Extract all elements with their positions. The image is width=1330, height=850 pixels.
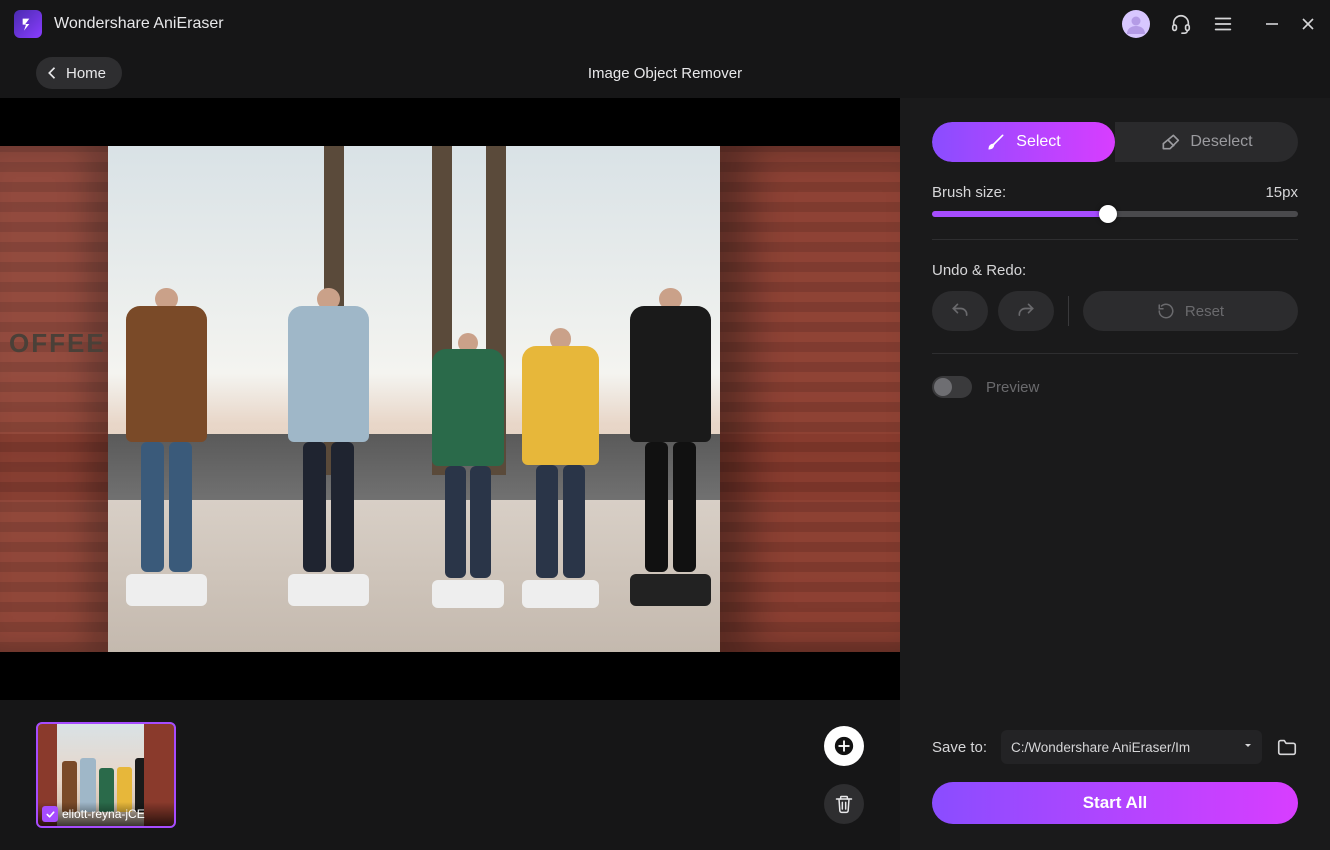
brush-size-value: 15px xyxy=(1265,184,1298,201)
tool-mode-segment: Select Deselect xyxy=(932,122,1298,162)
home-label: Home xyxy=(66,65,106,82)
deselect-mode-label: Deselect xyxy=(1190,133,1252,151)
select-mode-label: Select xyxy=(1016,133,1060,151)
undo-button[interactable] xyxy=(932,291,988,331)
main-area: OFFEE eliott-reyna-jCE xyxy=(0,98,1330,850)
sub-bar: Home Image Object Remover xyxy=(0,48,1330,98)
window-minimize-icon[interactable] xyxy=(1264,16,1280,32)
window-close-icon[interactable] xyxy=(1300,16,1316,32)
undo-redo-section: Undo & Redo: Reset xyxy=(932,262,1298,331)
app-logo xyxy=(14,10,42,38)
canvas-column: OFFEE eliott-reyna-jCE xyxy=(0,98,900,850)
redo-button[interactable] xyxy=(998,291,1054,331)
brush-size-label: Brush size: xyxy=(932,184,1006,201)
side-panel-footer: Save to: C:/Wondershare AniEraser/Im Sta… xyxy=(932,730,1298,824)
preview-toggle[interactable] xyxy=(932,376,972,398)
separator xyxy=(1068,296,1069,326)
start-all-button[interactable]: Start All xyxy=(932,782,1298,824)
reset-icon xyxy=(1157,302,1175,320)
preview-section: Preview xyxy=(932,376,1298,398)
brush-icon xyxy=(986,132,1006,152)
eraser-icon xyxy=(1160,132,1180,152)
redo-icon xyxy=(1016,301,1036,321)
canvas-viewport[interactable]: OFFEE xyxy=(0,98,900,700)
save-path-value: C:/Wondershare AniEraser/Im xyxy=(1011,740,1190,755)
brush-size-slider[interactable] xyxy=(932,211,1298,217)
add-image-button[interactable] xyxy=(824,726,864,766)
thumbnail-filename: eliott-reyna-jCE xyxy=(62,807,145,821)
save-to-row: Save to: C:/Wondershare AniEraser/Im xyxy=(932,730,1298,764)
reset-label: Reset xyxy=(1185,303,1224,320)
home-button[interactable]: Home xyxy=(36,57,122,89)
select-mode-button[interactable]: Select xyxy=(932,122,1115,162)
support-headset-icon[interactable] xyxy=(1170,13,1192,35)
caret-down-icon xyxy=(1242,740,1254,755)
brush-size-section: Brush size: 15px xyxy=(932,184,1298,217)
hamburger-menu-icon[interactable] xyxy=(1212,13,1234,35)
delete-image-button[interactable] xyxy=(824,784,864,824)
reset-button[interactable]: Reset xyxy=(1083,291,1298,331)
undo-icon xyxy=(950,301,970,321)
side-panel: Select Deselect Brush size: 15px Undo & … xyxy=(900,98,1330,850)
loaded-image[interactable]: OFFEE xyxy=(0,146,900,652)
undo-redo-label: Undo & Redo: xyxy=(932,262,1298,279)
scene-sign-text: OFFEE xyxy=(9,328,106,359)
thumbnail-bar: eliott-reyna-jCE xyxy=(0,700,900,850)
thumbnail-item[interactable]: eliott-reyna-jCE xyxy=(36,722,176,828)
user-avatar[interactable] xyxy=(1122,10,1150,38)
save-path-select[interactable]: C:/Wondershare AniEraser/Im xyxy=(1001,730,1262,764)
browse-folder-button[interactable] xyxy=(1276,736,1298,758)
thumbnail-selected-check-icon xyxy=(42,806,58,822)
page-title: Image Object Remover xyxy=(588,65,742,82)
app-title: Wondershare AniEraser xyxy=(54,15,224,33)
save-to-label: Save to: xyxy=(932,739,987,756)
divider xyxy=(932,239,1298,240)
start-all-label: Start All xyxy=(1083,793,1148,813)
title-bar: Wondershare AniEraser xyxy=(0,0,1330,48)
deselect-mode-button[interactable]: Deselect xyxy=(1115,122,1298,162)
preview-label: Preview xyxy=(986,379,1039,396)
folder-icon xyxy=(1276,736,1298,758)
divider xyxy=(932,353,1298,354)
